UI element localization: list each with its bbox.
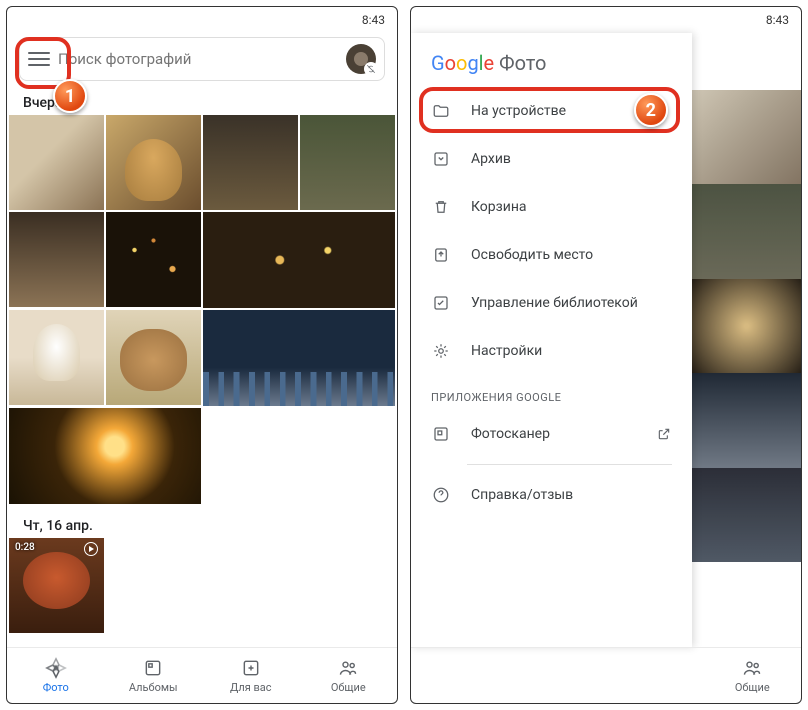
trash-icon <box>431 197 451 217</box>
photo-grid <box>7 115 397 504</box>
nav-label: Общие <box>331 681 366 694</box>
video-thumb[interactable]: 0:28 <box>9 538 104 633</box>
drawer-item-label: Справка/отзыв <box>471 487 573 503</box>
status-time: 8:43 <box>766 13 789 27</box>
photoscan-icon <box>431 424 451 444</box>
photos-icon <box>45 657 67 679</box>
drawer-scrim-background <box>692 33 801 647</box>
drawer-item-trash[interactable]: Корзина <box>411 183 692 231</box>
checklist-icon <box>431 293 451 313</box>
photo-grid: 0:28 <box>7 538 397 633</box>
nav-label: Фото <box>43 681 69 694</box>
drawer-item-free-up-space[interactable]: Освободить место <box>411 231 692 279</box>
search-input[interactable] <box>58 50 338 68</box>
sharing-icon <box>337 657 359 679</box>
status-bar: 8:43 <box>7 7 397 33</box>
hamburger-menu-button[interactable] <box>28 48 50 70</box>
drawer-item-label: Освободить место <box>471 247 593 263</box>
drawer-item-help[interactable]: Справка/отзыв <box>411 471 692 519</box>
drawer-item-manage-library[interactable]: Управление библиотекой <box>411 279 692 327</box>
drawer-item-label: На устройстве <box>471 103 566 119</box>
gear-icon <box>431 341 451 361</box>
nav-label: Для вас <box>230 681 272 694</box>
video-duration: 0:28 <box>15 542 35 553</box>
albums-icon <box>142 657 164 679</box>
divider <box>467 464 672 465</box>
status-time: 8:43 <box>362 13 385 27</box>
sync-off-icon <box>364 62 378 76</box>
account-avatar[interactable] <box>346 44 376 74</box>
callout-badge-2: 2 <box>634 93 668 127</box>
bottom-nav: Общие <box>411 647 801 703</box>
nav-sharing[interactable]: Общие <box>704 648 802 703</box>
drawer-item-settings[interactable]: Настройки <box>411 327 692 375</box>
search-bar[interactable] <box>19 37 385 81</box>
photo-thumb[interactable] <box>203 310 395 406</box>
navigation-drawer: Google Фото На устройстве Архив Корзина … <box>411 33 692 647</box>
photo-thumb[interactable] <box>106 310 201 405</box>
sharing-icon <box>741 657 763 679</box>
bottom-nav: Фото Альбомы Для вас Общие <box>7 647 397 703</box>
drawer-item-label: Корзина <box>471 199 527 215</box>
help-icon <box>431 485 451 505</box>
drawer-item-label: Архив <box>471 151 511 167</box>
photo-thumb[interactable] <box>203 115 298 210</box>
play-icon <box>84 542 98 556</box>
callout-badge-1: 1 <box>53 79 87 113</box>
nav-label: Альбомы <box>129 681 178 694</box>
nav-sharing[interactable]: Общие <box>300 648 398 703</box>
folder-icon <box>431 101 451 121</box>
free-space-icon <box>431 245 451 265</box>
photo-thumb[interactable] <box>9 310 104 405</box>
photo-thumb[interactable] <box>106 212 201 307</box>
drawer-section-header: ПРИЛОЖЕНИЯ GOOGLE <box>411 375 692 410</box>
photo-thumb[interactable] <box>9 408 201 504</box>
phone-right: 8:43 Google Фото На устройстве Архив Кор… <box>410 6 802 704</box>
drawer-item-label: Управление библиотекой <box>471 295 638 311</box>
nav-for-you[interactable]: Для вас <box>202 648 300 703</box>
nav-albums[interactable]: Альбомы <box>105 648 203 703</box>
photo-thumb[interactable] <box>9 212 104 307</box>
external-link-icon <box>656 426 672 442</box>
nav-label: Общие <box>735 681 770 694</box>
drawer-item-archive[interactable]: Архив <box>411 135 692 183</box>
drawer-brand: Google Фото <box>411 33 692 87</box>
for-you-icon <box>240 657 262 679</box>
nav-photos[interactable]: Фото <box>7 648 105 703</box>
phone-left: 8:43 1 Вчера Чт, 16 апр. 0:28 <box>6 6 398 704</box>
archive-icon <box>431 149 451 169</box>
photo-thumb[interactable] <box>203 212 395 308</box>
photo-thumb[interactable] <box>300 115 395 210</box>
photo-thumb[interactable] <box>9 115 104 210</box>
drawer-item-label: Фотосканер <box>471 426 550 442</box>
photo-thumb[interactable] <box>106 115 201 210</box>
drawer-item-photoscan[interactable]: Фотосканер <box>411 410 692 458</box>
section-header: Чт, 16 апр. <box>7 512 397 538</box>
drawer-item-label: Настройки <box>471 343 542 359</box>
status-bar: 8:43 <box>411 7 801 33</box>
